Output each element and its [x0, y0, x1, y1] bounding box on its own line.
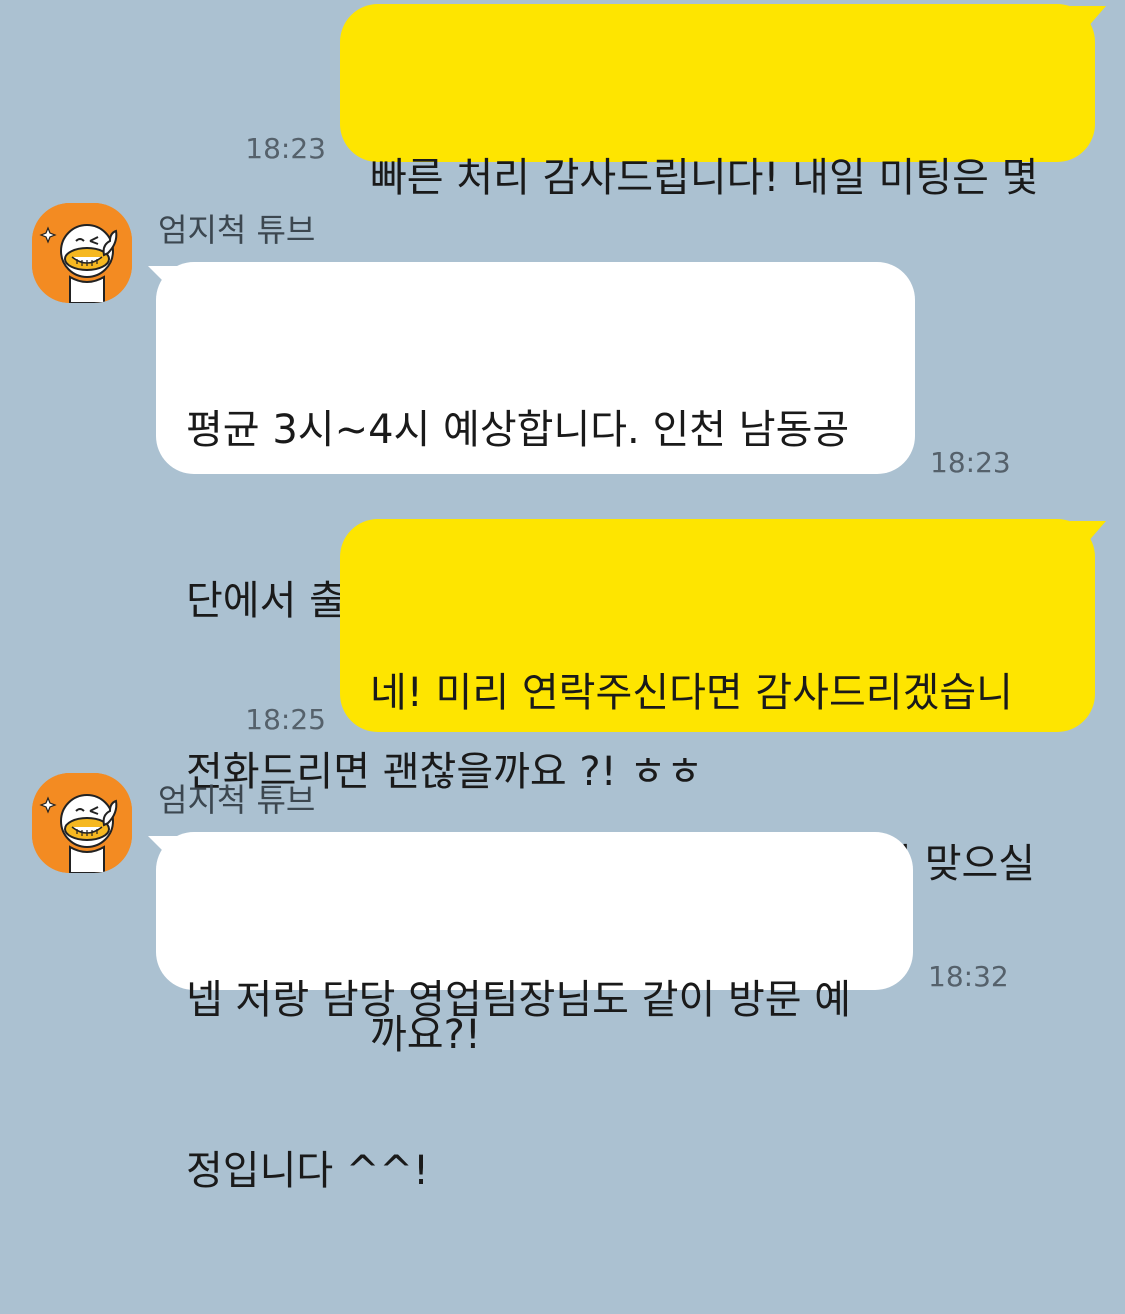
message-text-line: 빠른 처리 감사드립니다! 내일 미팅은 몇: [370, 155, 1039, 201]
message-text-line: 네! 미리 연락주신다면 감사드리겠습니: [370, 670, 1013, 716]
avatar[interactable]: [32, 773, 132, 873]
message-text-line: 평균 3시~4시 예상합니다. 인천 남동공: [186, 407, 850, 453]
message-time: 18:32: [928, 960, 1009, 993]
avatar[interactable]: [32, 203, 132, 303]
message-bubble[interactable]: 평균 3시~4시 예상합니다. 인천 남동공 단에서 출발을해야해서 한시간전에…: [156, 262, 915, 795]
sender-name: 엄지척 튜브: [158, 781, 316, 819]
message-text-line: 넵 저랑 담당 영업팀장님도 같이 방문 예: [186, 977, 852, 1023]
message-bubble[interactable]: 넵 저랑 담당 영업팀장님도 같이 방문 예 정입니다 ^^!: [156, 832, 913, 1194]
tube-duck-thumbs-up-icon: [32, 203, 132, 303]
sender-name: 엄지척 튜브: [158, 211, 316, 249]
message-time: 18:23: [930, 446, 1011, 479]
message-time: 18:25: [245, 703, 326, 736]
message-time: 18:23: [245, 132, 326, 165]
message-bubble[interactable]: 빠른 처리 감사드립니다! 내일 미팅은 몇 분 방문 예정이실까요? :): [340, 4, 1095, 372]
message-bubble[interactable]: 네! 미리 연락주신다면 감사드리겠습니 다. 팀장님 혼자만 방문하시는 거 …: [340, 519, 1095, 1058]
message-text-line: 정입니다 ^^!: [186, 1148, 429, 1194]
tube-duck-thumbs-up-icon: [32, 773, 132, 873]
